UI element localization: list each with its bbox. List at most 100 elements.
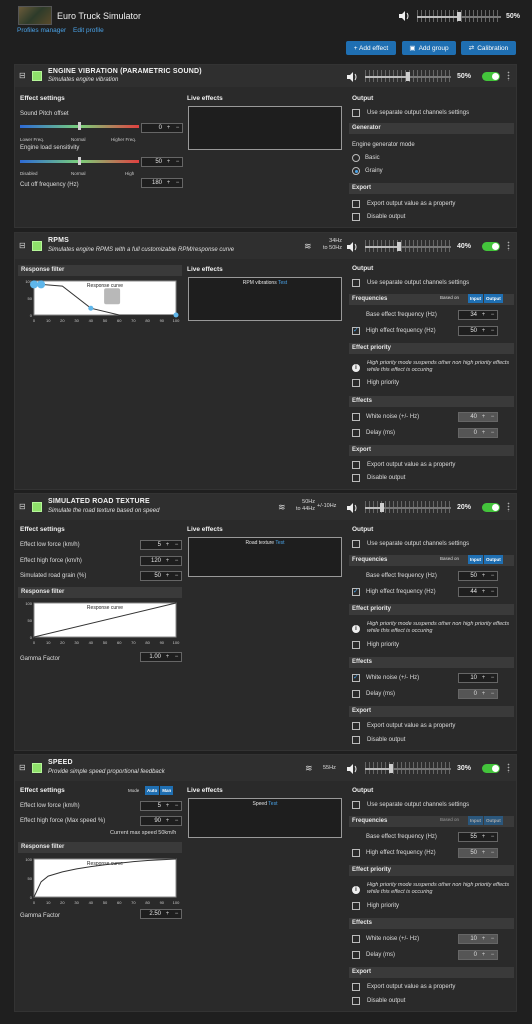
high-priority-checkbox[interactable] [352,902,360,910]
plus-icon[interactable]: + [163,654,172,660]
collapse-icon[interactable]: ⊟ [19,71,26,80]
effect-color-swatch[interactable] [32,71,42,81]
speaker-icon[interactable] [399,11,410,21]
plus-icon[interactable]: + [479,952,488,958]
minus-icon[interactable]: − [172,818,181,824]
drag-handle[interactable] [507,502,510,512]
speaker-icon[interactable] [347,72,358,82]
pitch-thumb[interactable] [78,122,81,130]
plus-icon[interactable]: + [163,911,172,917]
plus-icon[interactable]: + [479,430,488,436]
separate-output-checkbox[interactable] [352,279,360,287]
plus-icon[interactable]: + [479,312,488,318]
high-freq-input[interactable]: 50 + − [458,326,498,336]
plus-icon[interactable]: + [479,675,488,681]
minus-icon[interactable]: − [172,654,181,660]
auto-option[interactable]: Auto [145,786,160,795]
plus-icon[interactable]: + [479,589,488,595]
input-option[interactable]: Input [468,294,483,303]
based-on-toggle[interactable]: Input Output [468,816,503,825]
drag-handle[interactable] [507,71,510,81]
volume-thumb[interactable] [406,72,410,81]
minus-icon[interactable]: − [172,911,181,917]
based-on-toggle[interactable]: Input Output [468,294,503,303]
minus-icon[interactable]: − [488,834,497,840]
gamma-input[interactable]: 1.00 + − [140,652,182,662]
disable-output-checkbox[interactable] [352,997,360,1005]
export-value-checkbox[interactable] [352,200,360,208]
disable-output-checkbox[interactable] [352,213,360,221]
minus-icon[interactable]: − [488,328,497,334]
edit-profile-link[interactable]: Edit profile [73,27,104,34]
high-force-input[interactable]: 90 + − [140,816,182,826]
white-noise-input[interactable]: 40 + − [458,412,498,422]
high-freq-checkbox[interactable] [352,849,360,857]
high-freq-input[interactable]: 44 + − [458,587,498,597]
rpms-response-curve[interactable]: Response curve1005000 10 20 30 40 50 60 70 80 90 1… [20,277,180,323]
plus-icon[interactable]: + [479,328,488,334]
delay-checkbox[interactable] [352,690,360,698]
high-priority-checkbox[interactable] [352,379,360,387]
collapse-icon[interactable]: ⊟ [19,763,26,772]
load-input[interactable]: 50 + − [141,157,183,167]
minus-icon[interactable]: − [488,312,497,318]
plus-icon[interactable]: + [479,414,488,420]
white-noise-input[interactable]: 10 + − [458,934,498,944]
collapse-icon[interactable]: ⊟ [19,241,26,250]
minus-icon[interactable]: − [172,542,181,548]
plus-icon[interactable]: + [164,180,173,186]
test-link[interactable]: Test [278,280,287,286]
plus-icon[interactable]: + [163,573,172,579]
enable-toggle[interactable] [482,72,500,81]
disable-output-checkbox[interactable] [352,736,360,744]
grain-input[interactable]: 50 + − [140,571,182,581]
low-force-input[interactable]: 5 + − [140,540,182,550]
minus-icon[interactable]: − [173,125,182,131]
base-freq-input[interactable]: 50 + − [458,571,498,581]
plus-icon[interactable]: + [164,159,173,165]
drag-handle[interactable] [507,763,510,773]
effect-color-swatch[interactable] [32,241,42,251]
plus-icon[interactable]: + [479,573,488,579]
manual-option[interactable]: Man [160,786,174,795]
minus-icon[interactable]: − [172,803,181,809]
add-group-button[interactable]: ▣ Add group [402,41,456,55]
high-priority-checkbox[interactable] [352,641,360,649]
calibration-button[interactable]: ⇄ Calibration [461,41,516,55]
minus-icon[interactable]: − [488,691,497,697]
input-option[interactable]: Input [468,816,483,825]
high-force-input[interactable]: 120 + − [140,556,182,566]
plus-icon[interactable]: + [479,936,488,942]
separate-output-checkbox[interactable] [352,540,360,548]
export-value-checkbox[interactable] [352,983,360,991]
base-freq-input[interactable]: 34 + − [458,310,498,320]
road-response-curve[interactable]: Response curve1005000 10 20 30 40 50 60 70 80 90 1… [20,599,180,645]
profiles-manager-link[interactable]: Profiles manager [17,27,66,34]
minus-icon[interactable]: − [488,936,497,942]
input-option[interactable]: Input [468,555,483,564]
white-noise-checkbox[interactable] [352,413,360,421]
export-value-checkbox[interactable] [352,722,360,730]
minus-icon[interactable]: − [173,180,182,186]
test-link[interactable]: Test [275,540,284,546]
minus-icon[interactable]: − [488,414,497,420]
drag-handle[interactable] [507,241,510,251]
cutoff-input[interactable]: 180 + − [141,178,183,188]
basic-radio[interactable] [352,154,360,162]
minus-icon[interactable]: − [488,430,497,436]
enable-toggle[interactable] [482,503,500,512]
master-volume-thumb[interactable] [457,12,461,21]
white-noise-checkbox[interactable] [352,673,360,682]
effect-color-swatch[interactable] [32,502,42,512]
test-link[interactable]: Test [268,801,277,807]
minus-icon[interactable]: − [488,675,497,681]
effect-color-swatch[interactable] [32,763,42,773]
volume-thumb[interactable] [388,764,393,773]
base-freq-input[interactable]: 55 + − [458,832,498,842]
minus-icon[interactable]: − [488,850,497,856]
enable-toggle[interactable] [482,242,500,251]
collapse-icon[interactable]: ⊟ [19,502,26,511]
volume-thumb[interactable] [380,503,385,512]
disable-output-checkbox[interactable] [352,474,360,482]
minus-icon[interactable]: − [488,589,497,595]
